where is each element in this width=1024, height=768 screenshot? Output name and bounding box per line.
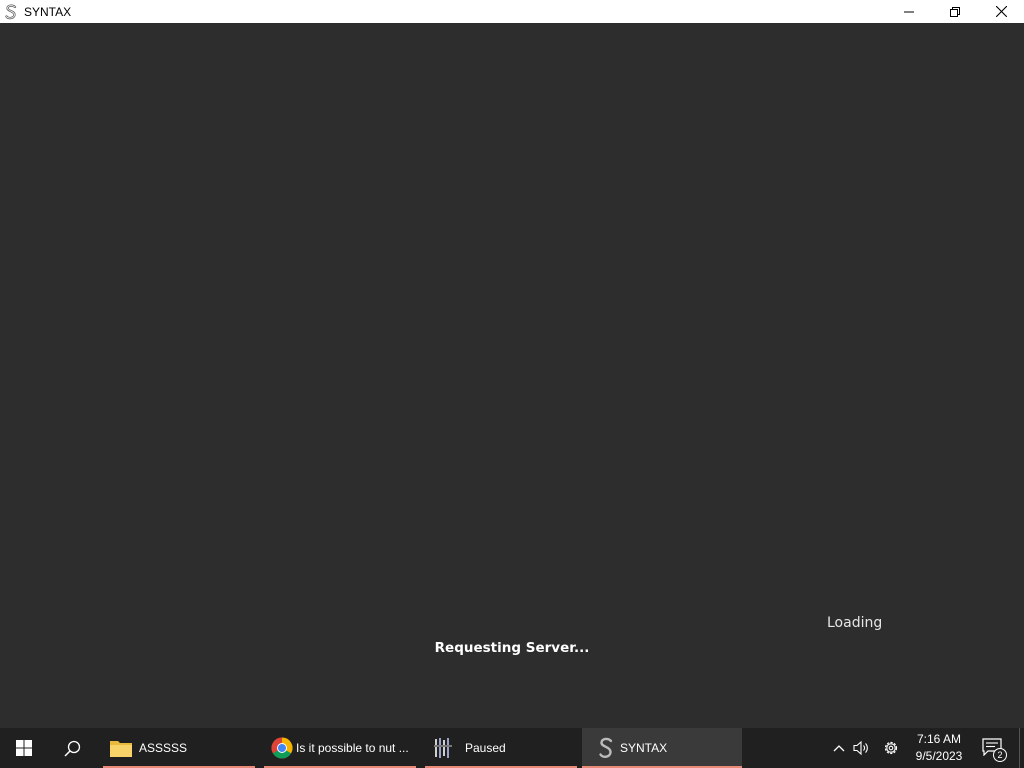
taskbar-app-syntax[interactable]: SYNTAX — [582, 728, 742, 768]
chrome-icon — [270, 736, 294, 760]
notification-center-button[interactable]: 2 — [980, 737, 1007, 762]
close-button[interactable] — [978, 0, 1024, 23]
chevron-up-icon — [833, 745, 845, 752]
close-icon — [995, 6, 1007, 17]
syntax-s-icon — [594, 736, 618, 760]
notification-count-badge: 2 — [993, 748, 1007, 762]
syntax-s-icon — [4, 4, 18, 20]
window-title: SYNTAX — [24, 4, 72, 19]
taskbar-app-paused[interactable]: Paused — [425, 728, 577, 768]
start-button[interactable] — [0, 728, 48, 768]
window-controls — [886, 0, 1024, 23]
speaker-icon — [853, 740, 868, 756]
taskbar-app-chrome[interactable]: Is it possible to nut ... — [264, 728, 416, 768]
clock-time: 7:16 AM — [916, 732, 962, 746]
settings-tray-button[interactable] — [880, 737, 902, 759]
minimize-button[interactable] — [886, 0, 932, 23]
system-clock[interactable]: 7:16 AM 9/5/2023 — [908, 731, 970, 765]
app-icon — [431, 736, 455, 760]
clock-date: 9/5/2023 — [915, 749, 963, 763]
volume-button[interactable] — [852, 738, 872, 758]
status-text: Requesting Server... — [434, 640, 590, 656]
app-content: Loading Requesting Server... — [0, 23, 1024, 728]
taskbar-app-folder[interactable]: ASSSSS — [103, 728, 255, 768]
show-hidden-icons-button[interactable] — [829, 738, 849, 758]
restore-button[interactable] — [932, 0, 978, 23]
taskbar-app-label: Paused — [465, 741, 506, 755]
taskbar-app-label: Is it possible to nut ... — [296, 741, 409, 755]
taskbar-app-label: ASSSSS — [139, 741, 188, 755]
show-desktop-button[interactable] — [1019, 728, 1024, 768]
search-button[interactable] — [48, 728, 96, 768]
title-bar[interactable]: SYNTAX — [0, 0, 1024, 23]
search-icon — [63, 740, 80, 757]
loading-text: Loading — [827, 615, 883, 631]
minimize-icon — [904, 11, 914, 12]
restore-icon — [950, 6, 960, 17]
taskbar-app-label: SYNTAX — [620, 741, 668, 755]
folder-icon — [109, 736, 133, 760]
taskbar: ASSSSS Is it possible to nut ... Paused … — [0, 728, 1024, 768]
windows-icon — [16, 740, 32, 756]
gear-icon — [884, 741, 898, 755]
